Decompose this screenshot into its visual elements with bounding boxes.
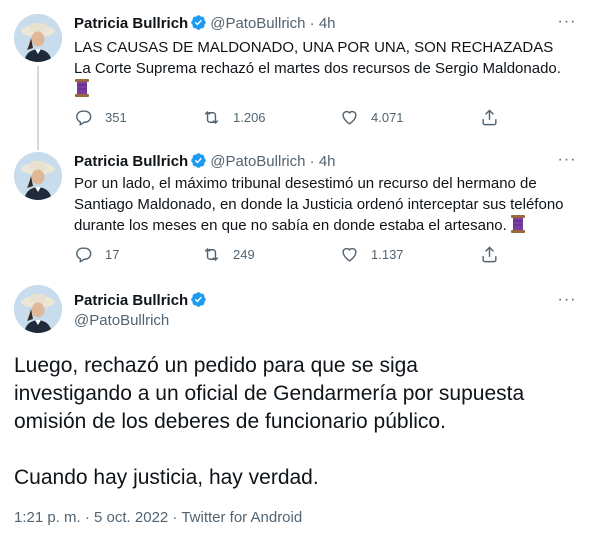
thread-connector [37, 66, 39, 140]
reply-button[interactable]: 17 [74, 245, 119, 264]
like-count: 4.071 [371, 110, 404, 125]
like-count: 1.137 [371, 247, 404, 262]
tweet-line: durante los meses en que no sabía en don… [74, 217, 507, 234]
avatar-image [14, 14, 62, 62]
tweet-actions: 351 1.206 4.071 [74, 108, 514, 128]
retweet-icon [204, 110, 219, 125]
thread-tweet-1[interactable]: Patricia Bullrich @PatoBullrich · 4h ··· … [0, 0, 595, 140]
spool-of-thread-icon [74, 79, 90, 103]
avatar-image [14, 285, 62, 333]
retweet-button[interactable]: 249 [202, 245, 255, 264]
main-tweet: Patricia Bullrich @PatoBullrich ··· Lueg… [0, 275, 595, 535]
main-tweet-text: Luego, rechazó un pedido para que se sig… [14, 352, 579, 492]
avatar[interactable] [14, 285, 62, 333]
tweet-time[interactable]: 4h [319, 153, 336, 170]
like-button[interactable]: 1.137 [340, 245, 404, 264]
avatar-image [14, 152, 62, 200]
author-handle[interactable]: @PatoBullrich [210, 15, 305, 32]
tweet-line: omisión de los deberes de funcionario pú… [14, 410, 446, 433]
tweet-line: Luego, rechazó un pedido para que se sig… [14, 354, 418, 377]
retweet-count: 249 [233, 247, 255, 262]
avatar[interactable] [14, 152, 62, 200]
tweet-line: Cuando hay justicia, hay verdad. [14, 466, 319, 489]
tweet-time[interactable]: 4h [319, 15, 336, 32]
tweet-line: LAS CAUSAS DE MALDONADO, UNA POR UNA, SO… [74, 39, 554, 56]
reply-count: 351 [105, 110, 127, 125]
author-handle[interactable]: @PatoBullrich [210, 153, 305, 170]
tweet-actions: 17 249 1.137 [74, 245, 514, 265]
thread-tweet-2[interactable]: Patricia Bullrich @PatoBullrich · 4h ··· … [0, 140, 595, 275]
verified-badge-icon [190, 14, 207, 35]
share-icon [482, 109, 497, 126]
author-name[interactable]: Patricia Bullrich [74, 15, 188, 32]
heart-icon [342, 110, 357, 125]
tweet-header: Patricia Bullrich @PatoBullrich · 4h [74, 14, 336, 35]
reply-button[interactable]: 351 [74, 108, 127, 127]
share-button[interactable] [480, 245, 511, 264]
more-options-icon[interactable]: ··· [557, 152, 577, 173]
more-options-icon[interactable]: ··· [557, 14, 577, 35]
verified-badge-icon [190, 291, 207, 312]
avatar[interactable] [14, 14, 62, 62]
heart-icon [342, 247, 357, 262]
reply-count: 17 [105, 247, 120, 262]
thread-connector [37, 140, 39, 150]
main-tweet-author: Patricia Bullrich [74, 291, 210, 312]
tweet-text: LAS CAUSAS DE MALDONADO, UNA POR UNA, SO… [74, 37, 579, 103]
tweet-timestamp[interactable]: 1:21 p. m. · 5 oct. 2022 · Twitter for A… [14, 509, 302, 526]
like-button[interactable]: 4.071 [340, 108, 404, 127]
retweet-button[interactable]: 1.206 [202, 108, 266, 127]
share-icon [482, 246, 497, 263]
tweet-line: Santiago Maldonado, en donde la Justicia… [74, 196, 564, 213]
tweet-line: investigando a un oficial de Gendarmería… [14, 382, 525, 405]
verified-badge-icon [190, 152, 207, 173]
tweet-line: La Corte Suprema rechazó el martes dos r… [74, 60, 561, 77]
tweet-text: Por un lado, el máximo tribunal desestim… [74, 173, 579, 239]
tweet-header: Patricia Bullrich @PatoBullrich · 4h [74, 152, 336, 173]
retweet-icon [204, 247, 219, 262]
author-handle[interactable]: @PatoBullrich [74, 312, 169, 329]
separator-dot: · [309, 153, 315, 170]
share-button[interactable] [480, 108, 511, 127]
author-name[interactable]: Patricia Bullrich [74, 292, 188, 309]
separator-dot: · [309, 15, 315, 32]
more-options-icon[interactable]: ··· [557, 292, 577, 313]
tweet-line: Por un lado, el máximo tribunal desestim… [74, 175, 537, 192]
spool-of-thread-icon [510, 215, 526, 239]
reply-icon [76, 247, 92, 263]
author-name[interactable]: Patricia Bullrich [74, 153, 188, 170]
reply-icon [76, 110, 92, 126]
retweet-count: 1.206 [233, 110, 266, 125]
